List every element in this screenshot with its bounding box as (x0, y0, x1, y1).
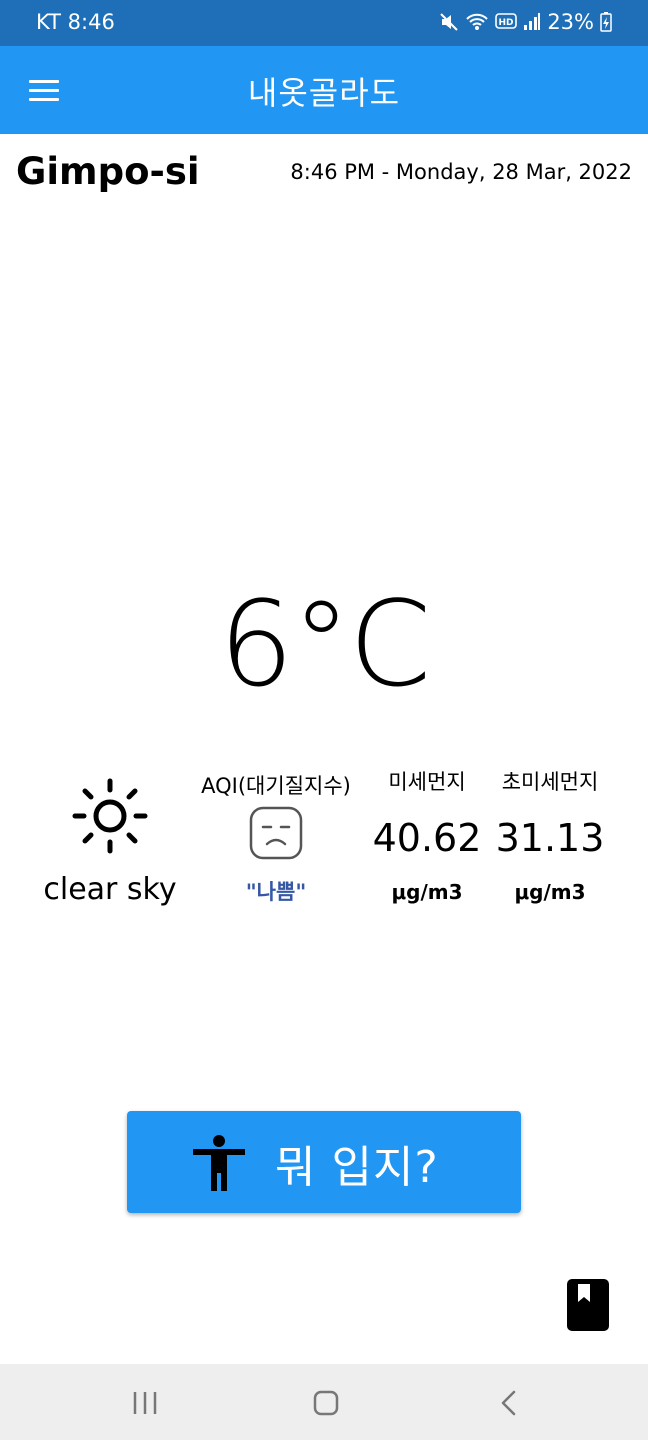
app-title: 내옷골라도 (247, 74, 401, 112)
svg-text:HD: HD (499, 18, 514, 28)
pm10-unit: μg/m3 (391, 880, 463, 904)
hd-icon: HD (495, 13, 518, 31)
temperature: 6°C (218, 575, 431, 713)
city-name: Gimpo-si (16, 150, 200, 193)
pm10-value: 40.62 (372, 816, 482, 860)
pm10-column: 미세먼지 40.62 μg/m3 (362, 766, 492, 904)
current-datetime: 8:46 PM - Monday, 28 Mar, 2022 (290, 160, 632, 184)
status-bar: KT 8:46 HD 23% (0, 0, 648, 46)
what-to-wear-label: 뭐 입지? (275, 1142, 439, 1193)
signal-icon (523, 13, 541, 31)
system-nav-bar (0, 1364, 648, 1440)
pm25-value: 31.13 (495, 816, 605, 860)
recents-icon (133, 1392, 157, 1414)
aqi-label: AQI(대기질지수) (201, 774, 351, 798)
back-button[interactable] (494, 1386, 524, 1425)
sad-face-icon (249, 806, 303, 865)
back-icon (501, 1390, 516, 1416)
home-icon (313, 1390, 339, 1416)
person-icon (193, 1135, 245, 1196)
sun-icon (72, 778, 148, 859)
battery-level: 23% (547, 10, 594, 34)
carrier-time: KT 8:46 (36, 10, 115, 34)
book-button[interactable] (566, 1278, 610, 1337)
pm10-label: 미세먼지 (388, 770, 466, 794)
weather-description: clear sky (43, 872, 177, 907)
recents-button[interactable] (130, 1386, 160, 1425)
pm25-unit: μg/m3 (514, 880, 586, 904)
aqi-status: "나쁨" (245, 880, 307, 904)
battery-charging-icon (600, 12, 612, 32)
status-icons: HD 23% (439, 10, 612, 34)
book-icon (567, 1279, 609, 1331)
wifi-icon (465, 12, 489, 32)
pm25-label: 초미세먼지 (501, 770, 599, 794)
what-to-wear-button[interactable]: 뭐 입지? (127, 1111, 521, 1213)
home-button[interactable] (310, 1386, 342, 1425)
pm25-column: 초미세먼지 31.13 μg/m3 (485, 766, 615, 904)
mute-icon (439, 12, 459, 32)
app-bar: 내옷골라도 (0, 46, 648, 134)
